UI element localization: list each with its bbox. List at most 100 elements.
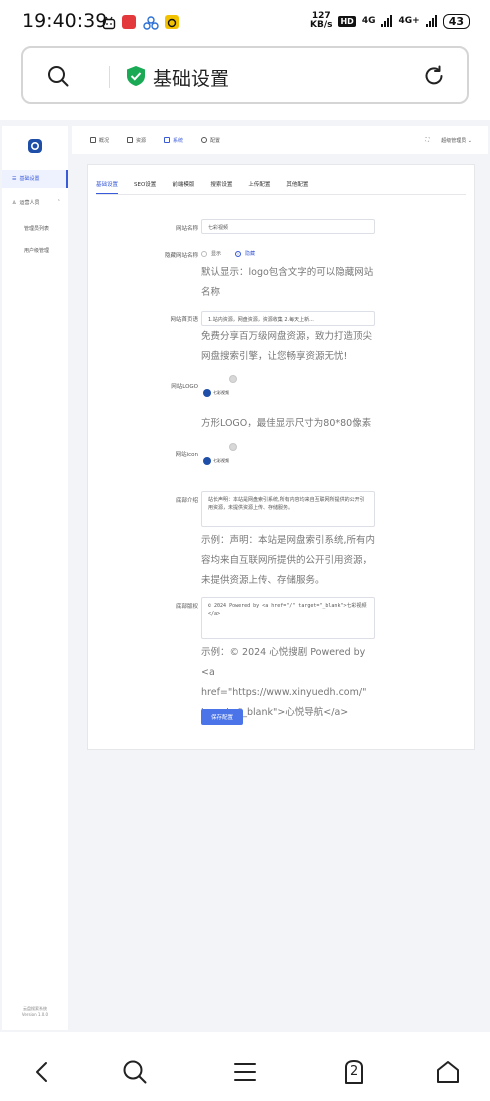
logo-help: 方形LOGO，最佳显示尺寸为80*80像素 [201, 418, 372, 429]
sidebar-footer: 云盘搜索系统 Version 1.0.0 [2, 1006, 68, 1018]
search-icon[interactable] [47, 65, 69, 87]
tab-frontend-template[interactable]: 前端模版 [172, 181, 194, 194]
radio-show[interactable]: 显示 [201, 250, 221, 257]
cluster-app-icon [143, 15, 159, 30]
topnav-overview[interactable]: 概况 [90, 137, 109, 144]
site-name-input[interactable]: 七彩视频 [201, 219, 375, 234]
speed-unit: KB/s [310, 20, 333, 30]
radio-label: 隐藏 [245, 251, 256, 257]
chevron-up-icon: ˆ [57, 200, 61, 206]
net-label-2: 4G+ [398, 16, 420, 26]
bilibili-icon [102, 15, 116, 30]
hide-name-label: 隐藏网站名称 [164, 253, 198, 259]
monitor-icon [164, 137, 171, 143]
web-app: ☰ 基础设置 ♙ 运营人员 ˆ 管理员列表 用户级管理 云盘搜索系统 Versi… [0, 120, 490, 1032]
chevron-down-icon: ⌄ [467, 137, 472, 144]
sidebar-item-operators[interactable]: ♙ 运营人员 ˆ [2, 194, 68, 212]
notice-textarea[interactable]: 站长声明：本站是网盘索引系统,所有内容均来自互联网所提供的公开引用资源，未提供资… [201, 491, 375, 527]
icon-upload[interactable]: 七彩视频 [201, 441, 237, 475]
topnav-label: 系统 [173, 137, 184, 144]
red-app-icon [122, 15, 136, 29]
hd-badge: HD [338, 15, 356, 27]
icon-label: 网站icon [175, 452, 198, 458]
logo-upload[interactable]: 七彩视频 [201, 373, 237, 407]
home-icon [90, 137, 96, 143]
user-menu[interactable]: 超级管理员 ⌄ [441, 137, 472, 144]
tab-other[interactable]: 其他配置 [286, 181, 308, 194]
copyright-textarea[interactable]: © 2024 Powered by <a href="/" target="_b… [201, 597, 375, 639]
remove-image-icon[interactable] [229, 443, 237, 451]
footer-version: Version 1.0.0 [21, 1012, 49, 1017]
net-label-1: 4G [361, 16, 376, 26]
copyright-label: 底部版权 [175, 604, 198, 610]
topnav-label: 资源 [136, 137, 147, 144]
signal-icon-2 [425, 15, 437, 27]
signal-icon [381, 15, 393, 27]
radio-hide[interactable]: 隐藏 [235, 250, 255, 257]
status-indicators: 127 KB/s HD 4G 4G+ 43 [310, 12, 470, 30]
menu-icon: ☰ [12, 176, 17, 182]
menu-icon[interactable] [231, 1058, 259, 1086]
tab-search[interactable]: 搜索设置 [210, 181, 232, 194]
app-logo-icon [28, 139, 42, 153]
user-icon: ♙ [12, 200, 17, 206]
fullscreen-icon[interactable]: ⛶ [426, 137, 430, 143]
site-name-label: 网站名称 [175, 226, 198, 232]
top-nav: 概况 资源 系统 配置 ⛶ 超级管理员 ⌄ [72, 126, 488, 154]
divider [109, 66, 110, 88]
user-name: 超级管理员 [441, 137, 467, 144]
clock: 19:40:39 [22, 10, 108, 32]
topnav-config[interactable]: 配置 [201, 137, 220, 144]
topnav-label: 配置 [210, 137, 221, 144]
settings-card: 基础设置 SEO设置 前端模版 搜索设置 上传配置 其他配置 网站名称 七彩视频… [87, 164, 475, 750]
logo-mark [203, 389, 211, 397]
main-content: 基础设置 SEO设置 前端模版 搜索设置 上传配置 其他配置 网站名称 七彩视频… [72, 156, 488, 1030]
icon-preview: 七彩视频 [203, 457, 229, 465]
sidebar-item-basic-settings[interactable]: ☰ 基础设置 [2, 170, 68, 188]
address-bar[interactable]: 基础设置 [21, 46, 469, 104]
tab-upload[interactable]: 上传配置 [248, 181, 270, 194]
sidebar: ☰ 基础设置 ♙ 运营人员 ˆ 管理员列表 用户级管理 云盘搜索系统 Versi… [2, 126, 68, 1030]
reload-icon[interactable] [422, 64, 446, 88]
notice-help: 示例：声明：本站是网盘索引系统,所有内容均来自互联网所提供的公开引用资源，未提供… [201, 535, 376, 586]
hide-name-help: 默认显示：logo包含文字的可以隐藏网站名称 [201, 267, 374, 298]
icon-mark [203, 457, 211, 465]
status-bar: 19:40:39 127 KB/s HD 4G 4G+ 43 [0, 0, 490, 44]
remove-image-icon[interactable] [229, 375, 237, 383]
notice-label: 底部介绍 [175, 498, 198, 504]
logo [2, 132, 68, 160]
radio-label: 显示 [211, 251, 222, 257]
tab-count: 2 [350, 1064, 359, 1079]
sidebar-subitem-user-level[interactable]: 用户级管理 [2, 240, 68, 262]
site-desc-input[interactable]: 1.站内资源，网盘资源，资源收集 2.每天上新... [201, 311, 375, 326]
radio-dot [235, 250, 242, 257]
topnav-system[interactable]: 系统 [164, 137, 183, 144]
icon-preview-text: 七彩视频 [213, 458, 229, 463]
shield-icon [126, 65, 146, 87]
hide-name-radio-group: 显示 隐藏 [201, 250, 255, 257]
search-icon[interactable] [121, 1058, 149, 1086]
topnav-resources[interactable]: 资源 [127, 137, 146, 144]
page-title: 基础设置 [153, 68, 230, 90]
site-desc-help: 免费分享百万级网盘资源，致力打造顶尖网盘搜索引擎，让您畅享资源无忧! [201, 331, 373, 362]
site-desc-label: 网站首页语 [170, 317, 198, 323]
sidebar-item-label: 基础设置 [19, 176, 40, 182]
back-icon[interactable] [28, 1058, 56, 1086]
logo-preview-text: 七彩视频 [213, 390, 229, 395]
radio-dot [201, 250, 207, 257]
logo-label: 网站LOGO [171, 384, 198, 390]
tab-basic[interactable]: 基础设置 [96, 181, 119, 194]
folder-icon [127, 137, 134, 143]
topnav-right: ⛶ 超级管理员 ⌄ [426, 137, 472, 144]
sidebar-subitem-admin-list[interactable]: 管理员列表 [2, 218, 68, 240]
save-button[interactable]: 保存配置 [201, 709, 243, 725]
topnav-label: 概况 [99, 137, 110, 144]
tab-seo[interactable]: SEO设置 [134, 181, 156, 194]
home-icon[interactable] [434, 1058, 462, 1086]
gear-icon [201, 137, 208, 143]
tabs-icon[interactable]: 2 [340, 1058, 368, 1086]
settings-tabs: 基础设置 SEO设置 前端模版 搜索设置 上传配置 其他配置 [96, 181, 466, 195]
yellow-app-icon [165, 15, 179, 29]
logo-preview: 七彩视频 [203, 389, 229, 397]
browser-bottom-nav: 2 [0, 1032, 490, 1101]
